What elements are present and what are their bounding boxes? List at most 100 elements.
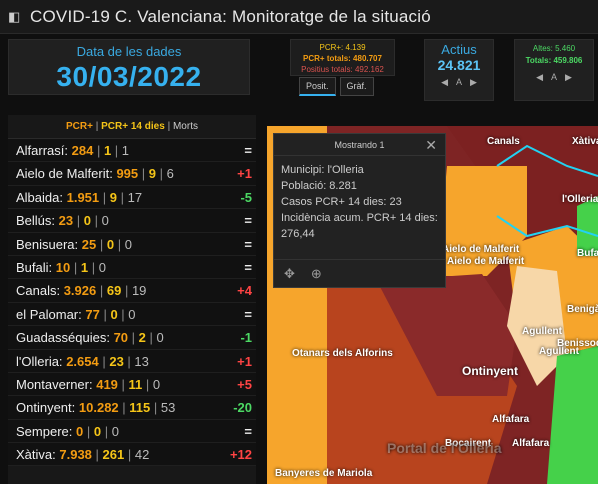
morts-count: 42 — [134, 447, 150, 463]
list-item[interactable]: Aielo de Malferit: 995 | 9 | 6 +1 — [8, 162, 256, 186]
list-item[interactable]: Albaida: 1.951 | 9 | 17 -5 — [8, 185, 256, 210]
delta-value: +5 — [237, 376, 252, 392]
pcr14-count: 23 — [109, 353, 124, 369]
date-panel: Data de les dades 30/03/2022 — [8, 39, 250, 95]
pcr14-count: 9 — [109, 189, 117, 205]
pcr14-count: 0 — [110, 306, 118, 322]
positius-total: Positius totals: 492.162 — [301, 65, 384, 74]
actius-value: 24.821 — [437, 57, 481, 73]
morts-count: 17 — [127, 189, 143, 205]
info-popup: Mostrando 1 ✕ Municipi: l'Olleria Poblac… — [273, 133, 446, 288]
municipality-name: Aielo de Malferit: — [16, 166, 113, 182]
tab-posit[interactable]: Posit. — [299, 77, 336, 96]
altes-total: Totals: 459.806 — [525, 56, 583, 65]
pcr-count: 3.926 — [63, 283, 97, 299]
list-item[interactable]: Bellús: 23 | 0 | 0 = — [8, 209, 256, 233]
pcr14-count: 261 — [102, 447, 125, 463]
map-label: l'Olleria — [562, 194, 598, 205]
altes-nav-label: A — [550, 72, 557, 82]
prev-icon[interactable]: ◀ — [441, 77, 448, 88]
map-label: Alfafara — [492, 414, 530, 425]
list-item[interactable]: Ontinyent: 10.282 | 115 | 53 -20 — [8, 396, 256, 420]
delta-value: +4 — [237, 283, 252, 299]
pcr14-count: 2 — [138, 330, 146, 346]
pcr-count: 10.282 — [78, 400, 119, 416]
list-item[interactable]: Alfarrasí: 284 | 1 | 1 = — [8, 139, 256, 163]
pcr14-count: 9 — [148, 166, 156, 182]
municipality-name: Bufali: — [16, 259, 53, 275]
map-label: Aielo de Malferit — [447, 256, 525, 267]
actius-nav: ◀ A ▶ — [425, 77, 493, 88]
pcr-count: 1.951 — [66, 189, 100, 205]
popup-line: Casos PCR+ 14 dies: 23 — [281, 196, 402, 208]
morts-count: 0 — [124, 236, 132, 252]
list-item[interactable]: Canals: 3.926 | 69 | 19 +4 — [8, 279, 256, 303]
pcr14-count: 1 — [80, 259, 89, 275]
morts-count: 0 — [156, 330, 164, 346]
municipality-name: Albaida: — [16, 189, 63, 205]
pcr14-count: 0 — [83, 213, 91, 229]
popup-header: Mostrando 1 ✕ — [274, 134, 445, 156]
morts-count: 53 — [160, 400, 176, 416]
next-icon[interactable]: ▶ — [565, 71, 572, 83]
list-item[interactable]: Guadasséquies: 70 | 2 | 0 -1 — [8, 326, 256, 350]
pcr-count: 23 — [58, 213, 74, 229]
pcr-count: 7.938 — [59, 447, 92, 463]
altes-nav: ◀ A ▶ — [515, 71, 593, 83]
morts-count: 19 — [131, 283, 147, 299]
delta-value: = — [244, 236, 252, 252]
municipality-name: Benisuera: — [16, 236, 79, 252]
tab-graf[interactable]: Gràf. — [339, 77, 374, 96]
header-pcr: PCR+ — [66, 121, 93, 132]
map-label: Xàtiva — [572, 136, 598, 147]
list-header: PCR+ | PCR+ 14 dies | Morts — [8, 115, 256, 139]
delta-value: -20 — [233, 400, 252, 416]
dashboard-icon: ◧ — [8, 8, 21, 24]
pcr-count: 77 — [85, 306, 100, 322]
list-item[interactable]: el Palomar: 77 | 0 | 0 = — [8, 302, 256, 327]
map-label: Bufali — [577, 248, 598, 259]
delta-value: +1 — [237, 166, 252, 182]
date-value: 30/03/2022 — [56, 61, 202, 92]
date-label: Data de les dades — [76, 44, 182, 59]
list-item[interactable]: Xàtiva: 7.938 | 261 | 42 +12 — [8, 443, 256, 467]
municipality-list[interactable]: PCR+ | PCR+ 14 dies | Morts Alfarrasí: 2… — [8, 115, 256, 484]
municipality-name: l'Olleria: — [16, 353, 63, 369]
pcr14-count: 0 — [93, 423, 102, 439]
pcr-count: 10 — [55, 259, 71, 275]
municipality-name: Ontinyent: — [16, 400, 76, 416]
pcr14-count: 69 — [106, 283, 122, 299]
next-icon[interactable]: ▶ — [470, 77, 477, 88]
list-item[interactable]: l'Olleria: 2.654 | 23 | 13 +1 — [8, 349, 256, 373]
map-label: Banyeres de Mariola — [275, 468, 373, 479]
delta-value: = — [244, 259, 252, 275]
map-label: Portal de l'Olleria — [387, 440, 502, 456]
map-label: Ontinyent — [462, 364, 518, 378]
morts-count: 6 — [166, 166, 174, 182]
close-icon[interactable]: ✕ — [425, 134, 437, 156]
map-label: Alfafara — [512, 438, 550, 449]
morts-count: 0 — [152, 376, 161, 392]
prev-icon[interactable]: ◀ — [536, 71, 543, 83]
delta-value: = — [244, 213, 252, 229]
morts-count: 13 — [134, 353, 149, 369]
map-label: Benigànim — [567, 304, 598, 315]
list-item[interactable]: Benisuera: 25 | 0 | 0 = — [8, 232, 256, 256]
popup-line: Municipi: l'Olleria — [281, 164, 364, 176]
list-item[interactable]: Montaverner: 419 | 11 | 0 +5 — [8, 372, 256, 397]
municipality-name: Xàtiva: — [16, 447, 56, 463]
municipality-name: Sempere: — [16, 423, 73, 439]
municipality-name: Alfarrasí: — [16, 143, 69, 158]
morts-count: 0 — [128, 306, 136, 322]
actius-nav-label: A — [455, 77, 462, 87]
map-label: Canals — [487, 136, 520, 147]
list-item[interactable]: Bufali: 10 | 1 | 0 = — [8, 255, 256, 280]
popup-footer: ✥ ⊕ — [274, 259, 445, 287]
list-item[interactable]: Sempere: 0 | 0 | 0 = — [8, 419, 256, 444]
pan-icon[interactable]: ✥ — [284, 266, 295, 282]
delta-value: = — [244, 423, 252, 439]
map-label: Benissoda — [557, 338, 598, 349]
delta-value: -1 — [240, 330, 252, 346]
zoom-icon[interactable]: ⊕ — [311, 266, 322, 282]
window-title: COVID-19 C. Valenciana: Monitoratge de l… — [30, 6, 431, 26]
